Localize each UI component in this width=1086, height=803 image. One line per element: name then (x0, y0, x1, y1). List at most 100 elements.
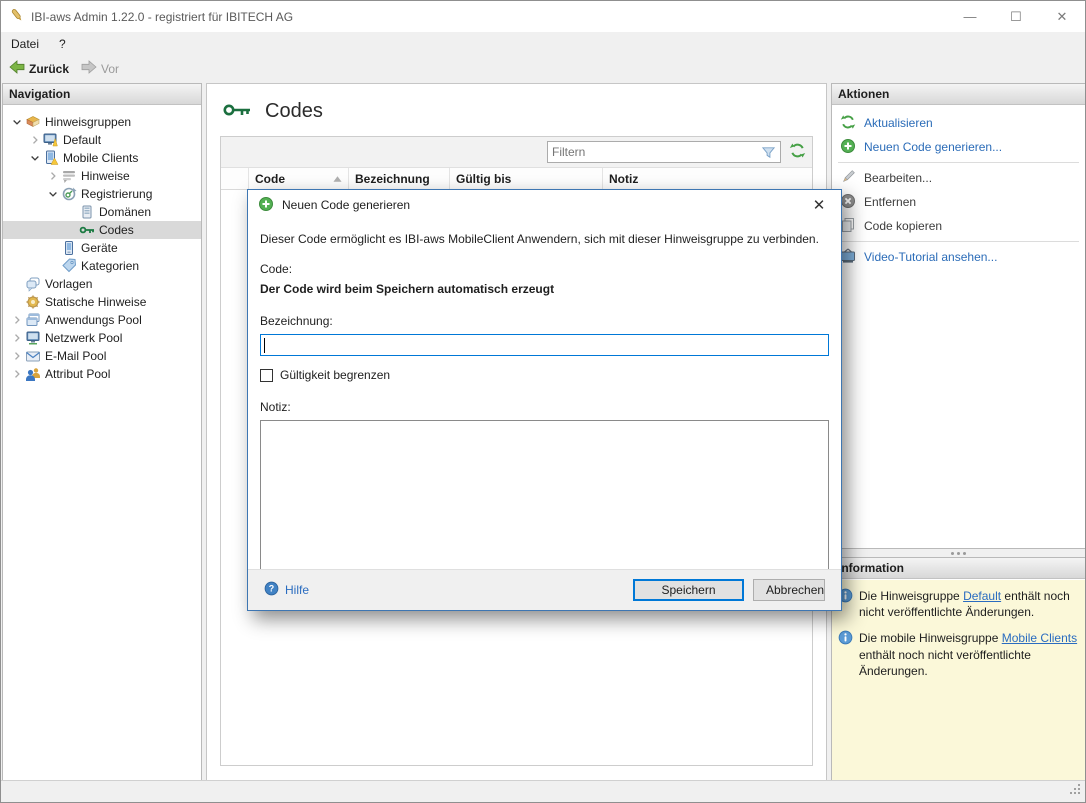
code-auto-value: Der Code wird beim Speichern automatisch… (260, 282, 555, 296)
chevron-right-icon[interactable] (9, 367, 25, 381)
info-text: Die mobile Hinweisgruppe (859, 631, 1002, 646)
maximize-button[interactable]: ☐ (993, 1, 1039, 32)
chevron-right-icon[interactable] (9, 349, 25, 363)
separator (838, 241, 1079, 242)
help-icon: ? (264, 581, 279, 599)
tree-item-vorlagen[interactable]: Vorlagen (3, 275, 201, 293)
menu-datei[interactable]: Datei (1, 32, 49, 56)
column-stub[interactable] (221, 168, 249, 189)
key-icon (223, 100, 253, 123)
tree-item-codes[interactable]: Codes (3, 221, 201, 239)
tree-item-registrierung[interactable]: Registrierung (3, 185, 201, 203)
bezeichnung-input[interactable] (260, 334, 829, 356)
info-link-mobile-clients[interactable]: Mobile Clients (1002, 631, 1077, 645)
action-label: Aktualisieren (864, 116, 933, 130)
chevron-down-icon[interactable] (9, 115, 25, 129)
chevron-right-icon[interactable] (9, 331, 25, 345)
app-icon (9, 7, 25, 26)
chevron-down-icon[interactable] (45, 187, 61, 201)
actions-panel: Aktionen Aktualisieren Neuen Code generi… (831, 83, 1085, 549)
tree-item-email-pool[interactable]: E-Mail Pool (3, 347, 201, 365)
filter-field[interactable] (547, 141, 781, 163)
key-icon (79, 222, 95, 238)
mobile-warning-icon (43, 150, 59, 166)
navigation-tree: Hinweisgruppen Default Mobile Clients Hi… (3, 105, 201, 383)
back-button[interactable]: Zurück (7, 57, 75, 80)
column-gueltig-bis[interactable]: Gültig bis (450, 168, 603, 189)
information-body: Die Hinweisgruppe Default enthält noch n… (832, 580, 1085, 780)
filter-input[interactable] (548, 145, 748, 159)
tree-item-kategorien[interactable]: Kategorien (3, 257, 201, 275)
action-aktualisieren[interactable]: Aktualisieren (832, 111, 1085, 135)
column-code[interactable]: Code (249, 168, 349, 189)
window-title: IBI-aws Admin 1.22.0 - registriert für I… (31, 9, 294, 24)
info-text: enthält noch nicht veröffentlichte Änder… (859, 647, 1031, 678)
action-neuen-code-generieren[interactable]: Neuen Code generieren... (832, 135, 1085, 159)
action-entfernen[interactable]: Entfernen (832, 190, 1085, 214)
info-item-mobile-clients: Die mobile Hinweisgruppe Mobile Clients … (838, 630, 1079, 679)
tree-item-attribut-pool[interactable]: Attribut Pool (3, 365, 201, 383)
add-icon (840, 138, 856, 157)
save-button[interactable]: Speichern (633, 579, 744, 601)
tree-item-hinweisgruppen[interactable]: Hinweisgruppen (3, 113, 201, 131)
action-label: Entfernen (864, 195, 917, 209)
panel-splitter[interactable] (831, 549, 1085, 557)
chevron-down-icon[interactable] (27, 151, 43, 165)
chevron-right-icon[interactable] (27, 133, 43, 147)
title-bar: IBI-aws Admin 1.22.0 - registriert für I… (1, 1, 1085, 32)
tree-item-anwendungs-pool[interactable]: Anwendungs Pool (3, 311, 201, 329)
table-header: Code Bezeichnung Gültig bis Notiz (221, 168, 812, 190)
chevron-right-icon[interactable] (9, 313, 25, 327)
menu-help[interactable]: ? (49, 32, 76, 56)
status-bar (1, 780, 1085, 802)
text-caret (264, 338, 265, 353)
info-link-default[interactable]: Default (963, 589, 1001, 603)
action-video-tutorial[interactable]: Video-Tutorial ansehen... (832, 245, 1085, 269)
back-label: Zurück (29, 61, 70, 76)
separator (838, 162, 1079, 163)
tree-label: Anwendungs Pool (45, 313, 142, 327)
categories-icon (61, 258, 77, 274)
app-window: IBI-aws Admin 1.22.0 - registriert für I… (0, 0, 1086, 803)
action-bearbeiten[interactable]: Bearbeiten... (832, 166, 1085, 190)
dialog-close-button[interactable]: ✕ (807, 196, 831, 214)
tree-label: Domänen (99, 205, 152, 219)
actions-header: Aktionen (832, 84, 1085, 105)
info-text: Die Hinweisgruppe (859, 589, 964, 603)
dialog-body: Dieser Code ermöglicht es IBI-aws Mobile… (248, 220, 841, 580)
filter-toolbar (221, 137, 812, 168)
forward-button[interactable]: Vor (79, 57, 125, 80)
tree-item-statische-hinweise[interactable]: Statische Hinweise (3, 293, 201, 311)
tree-item-mobile-clients[interactable]: Mobile Clients (3, 149, 201, 167)
column-bezeichnung[interactable]: Bezeichnung (349, 168, 450, 189)
help-link[interactable]: ? Hilfe (264, 581, 309, 599)
column-notiz[interactable]: Notiz (603, 168, 812, 189)
minimize-button[interactable]: — (947, 1, 993, 32)
help-label: Hilfe (285, 583, 310, 597)
gueltigkeit-checkbox[interactable] (260, 368, 273, 382)
nav-toolbar: Zurück Vor (1, 56, 1085, 81)
pencil-icon (840, 169, 856, 188)
action-code-kopieren[interactable]: Code kopieren (832, 214, 1085, 238)
close-button[interactable]: ✕ (1039, 1, 1085, 32)
tree-item-hinweise[interactable]: Hinweise (3, 167, 201, 185)
cancel-button[interactable]: Abbrechen (753, 579, 825, 601)
forward-arrow-icon (81, 59, 97, 78)
menu-bar: Datei ? (1, 32, 1085, 56)
tree-item-netzwerk-pool[interactable]: Netzwerk Pool (3, 329, 201, 347)
copy-icon (840, 217, 856, 236)
resize-grip-icon[interactable] (1069, 783, 1082, 799)
chevron-right-icon[interactable] (45, 169, 61, 183)
network-icon (25, 330, 41, 346)
tree-item-default[interactable]: Default (3, 131, 201, 149)
tree-label: Kategorien (81, 259, 140, 273)
tree-item-geraete[interactable]: Geräte (3, 239, 201, 257)
notiz-textarea[interactable] (260, 420, 829, 580)
refresh-icon[interactable] (789, 142, 806, 162)
bezeichnung-label: Bezeichnung: (260, 314, 333, 328)
tree-item-domaenen[interactable]: Domänen (3, 203, 201, 221)
video-icon (840, 248, 856, 267)
